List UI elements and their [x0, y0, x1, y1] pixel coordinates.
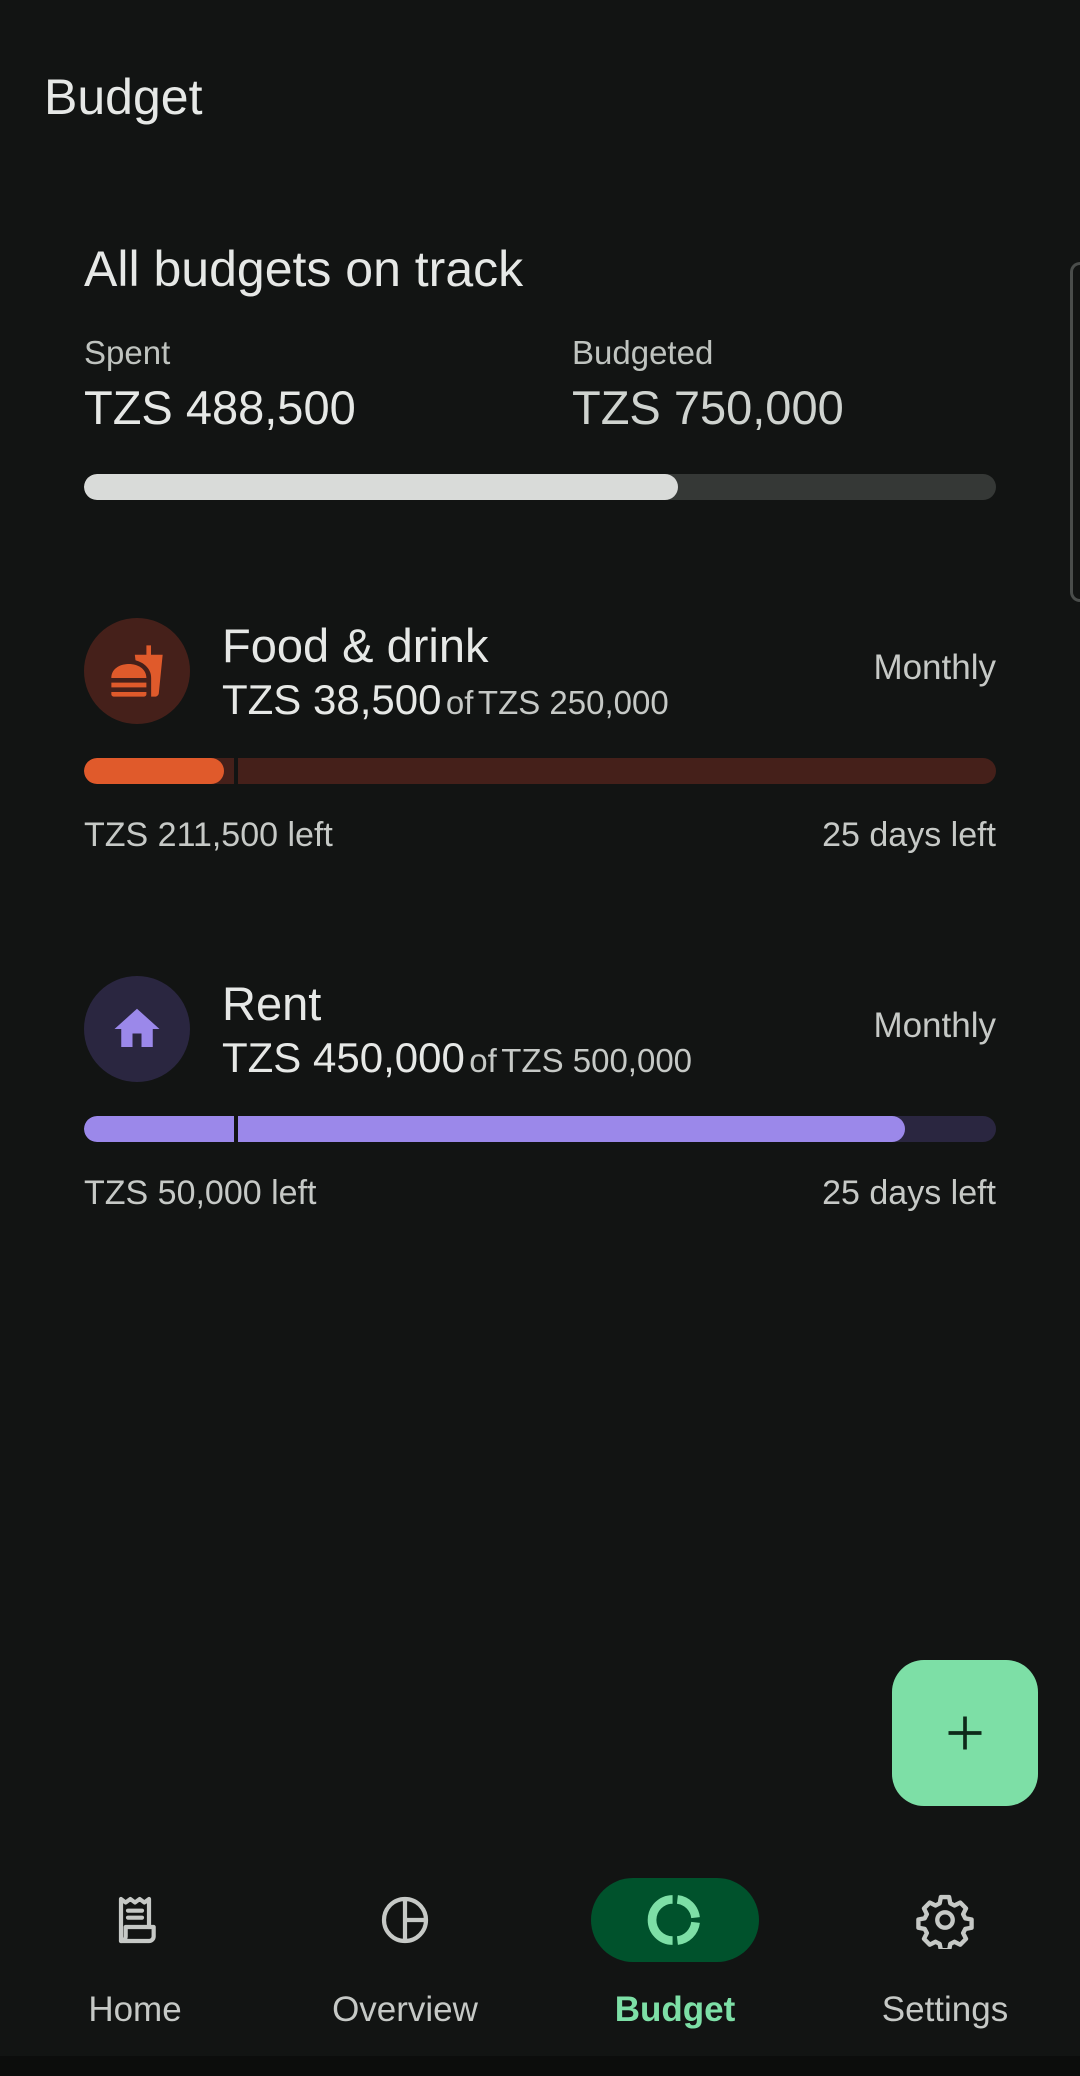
plus-icon: [948, 1716, 982, 1750]
budgeted-label: Budgeted: [572, 334, 714, 371]
summary-progress-fill: [84, 474, 678, 500]
nav-label-budget: Budget: [614, 1990, 736, 2029]
page-title: Budget: [44, 69, 203, 125]
bottom-navigation: Home Overview Budget Settings: [0, 1860, 1080, 2076]
days-left: 25 days left: [822, 816, 996, 854]
days-left: 25 days left: [822, 1174, 996, 1212]
budgeted-block: Budgeted TZS 750,000: [572, 334, 844, 435]
time-marker: [234, 1116, 239, 1142]
nav-pill-active: [591, 1878, 759, 1962]
budget-screen: Budget All budgets on track Spent TZS 48…: [0, 0, 1080, 2076]
category-period: Monthly: [873, 648, 996, 687]
category-spent: TZS 450,000: [222, 1034, 465, 1081]
nav-pill: [321, 1878, 489, 1962]
of-label: of: [445, 684, 474, 721]
amount-left: TZS 50,000 left: [84, 1174, 317, 1212]
category-progress-fill: [84, 758, 225, 784]
nav-item-overview[interactable]: Overview: [270, 1878, 540, 2068]
spent-value: TZS 488,500: [84, 381, 356, 434]
nav-item-home[interactable]: Home: [0, 1878, 270, 2068]
summary-progress-bar: [84, 474, 996, 500]
nav-pill: [51, 1878, 219, 1962]
pie-chart-icon: [381, 1896, 429, 1944]
category-amount: TZS 38,500 of TZS 250,000: [222, 676, 669, 724]
category-name: Food & drink: [222, 619, 489, 672]
category-name: Rent: [222, 977, 322, 1030]
gear-icon: [916, 1894, 974, 1949]
nav-label-overview: Overview: [332, 1990, 478, 2029]
category-spent: TZS 38,500: [222, 676, 442, 723]
budget-summary: All budgets on track Spent TZS 488,500 B…: [84, 240, 996, 500]
category-total: TZS 250,000: [477, 684, 669, 721]
category-icon-bg: [84, 976, 190, 1082]
category-total: TZS 500,000: [501, 1042, 693, 1079]
receipt-icon: [118, 1896, 156, 1944]
nav-label-settings: Settings: [881, 1990, 1009, 2029]
category-icon-bg: [84, 618, 190, 724]
category-amount: TZS 450,000 of TZS 500,000: [222, 1034, 692, 1082]
nav-label-home: Home: [88, 1990, 182, 2029]
nav-item-settings[interactable]: Settings: [810, 1878, 1080, 2068]
category-progress-bar: [84, 758, 996, 784]
budgeted-value: TZS 750,000: [572, 381, 844, 434]
of-label: of: [469, 1042, 497, 1079]
add-budget-button[interactable]: [892, 1660, 1038, 1806]
fastfood-icon: [111, 645, 163, 697]
scrollbar[interactable]: [1070, 262, 1080, 602]
time-marker: [234, 758, 239, 784]
nav-pill: [861, 1878, 1029, 1962]
nav-item-budget[interactable]: Budget: [540, 1878, 810, 2068]
system-gesture-bar: [0, 2056, 1080, 2076]
spent-block: Spent TZS 488,500: [84, 334, 356, 435]
summary-status: All budgets on track: [84, 241, 524, 297]
category-progress-bar: [84, 1116, 996, 1142]
summary-amounts: Spent TZS 488,500 Budgeted TZS 750,000: [84, 334, 996, 434]
house-icon: [114, 1008, 160, 1047]
category-period: Monthly: [873, 1006, 996, 1045]
spent-label: Spent: [84, 334, 171, 371]
donut-icon: [647, 1895, 700, 1945]
category-progress-fill: [84, 1116, 905, 1142]
amount-left: TZS 211,500 left: [84, 816, 333, 854]
